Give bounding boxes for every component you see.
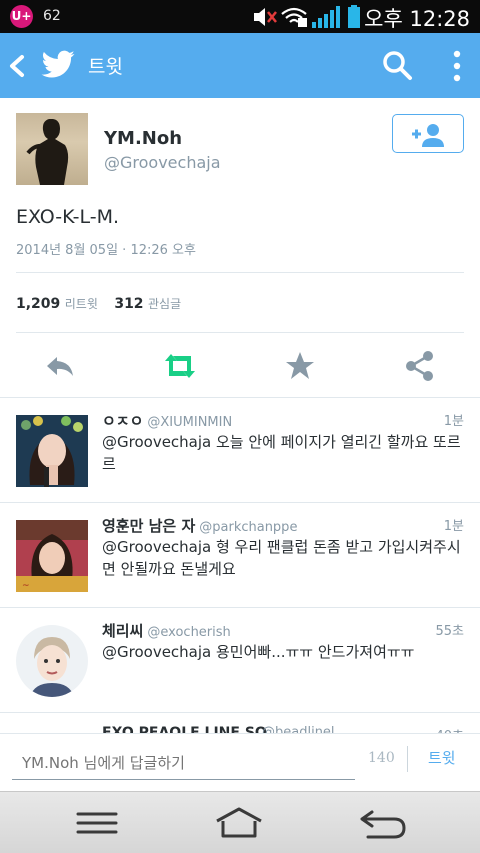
reply-item[interactable]: 체리씨 @exocherish 55초 @Groovechaja 용민어빠...ㅠ… bbox=[0, 608, 480, 712]
character-count: 140 bbox=[368, 750, 395, 766]
reply-avatar[interactable]: ~ bbox=[16, 520, 88, 592]
tweet-button[interactable]: 트윗 bbox=[428, 747, 456, 768]
author-name[interactable]: YM.Noh bbox=[104, 128, 182, 149]
tweet-actions bbox=[0, 345, 480, 387]
system-nav-bar bbox=[0, 791, 480, 853]
back-arrow-icon[interactable] bbox=[6, 53, 28, 79]
avatar-photo bbox=[16, 625, 88, 697]
reply-time: 1분 bbox=[443, 414, 464, 429]
signal-icon bbox=[312, 6, 340, 28]
mute-icon bbox=[254, 8, 277, 26]
twitter-bird-icon bbox=[41, 50, 75, 78]
author-avatar[interactable] bbox=[16, 113, 88, 185]
svg-text:~: ~ bbox=[22, 581, 30, 591]
back-icon[interactable] bbox=[358, 806, 408, 840]
reply-composer: 140 트윗 bbox=[0, 733, 480, 791]
reply-time: 1분 bbox=[443, 519, 464, 534]
reply-handle[interactable]: @parkchanppe bbox=[199, 520, 297, 535]
tweet-stats: 1,209 리트윗 312 관심글 bbox=[16, 295, 193, 312]
follow-button[interactable] bbox=[392, 114, 464, 153]
separator bbox=[407, 746, 408, 772]
author-handle[interactable]: @Groovechaja bbox=[104, 153, 221, 172]
add-user-icon bbox=[412, 124, 444, 147]
reply-item[interactable]: ㅇㅈㅇ @XIUMINMIN 1분 @Groovechaja 오늘 안에 페이지가… bbox=[0, 398, 480, 502]
carrier-logo: U+ bbox=[10, 5, 33, 28]
retweet-count[interactable]: 1,209 bbox=[16, 296, 60, 312]
divider bbox=[0, 712, 480, 713]
reply-text: @Groovechaja 용민어빠...ㅠㅠ 안드가져여ㅠㅠ bbox=[102, 643, 415, 661]
reply-text: @Groovechaja 오늘 안에 페이지가 열리긴 할까요 또르르 bbox=[102, 433, 461, 473]
reply-item[interactable]: ~ 영훈만 남은 자 @parkchanppe 1분 @Groovechaja 형… bbox=[0, 503, 480, 607]
reply-input[interactable] bbox=[12, 746, 355, 780]
status-icons bbox=[254, 5, 360, 28]
overflow-menu-icon[interactable] bbox=[448, 48, 466, 84]
avatar-photo: ~ bbox=[16, 520, 88, 592]
reply-avatar[interactable] bbox=[16, 415, 88, 487]
reply-handle[interactable]: @exocherish bbox=[147, 625, 230, 640]
reply-handle[interactable]: @XIUMINMIN bbox=[147, 415, 232, 430]
silhouette-photo bbox=[26, 119, 69, 185]
notification-count: 62 bbox=[43, 8, 61, 24]
favorite-label: 관심글 bbox=[148, 297, 182, 311]
tweet-timestamp: 2014년 8월 05일 · 12:26 오후 bbox=[16, 243, 196, 258]
favorite-count[interactable]: 312 bbox=[114, 296, 143, 312]
battery-icon bbox=[348, 5, 360, 28]
menu-icon[interactable] bbox=[72, 806, 122, 840]
retweet-icon[interactable] bbox=[163, 349, 197, 383]
divider bbox=[16, 272, 464, 273]
page-title: 트윗 bbox=[88, 56, 123, 78]
reply-name[interactable]: 영훈만 남은 자 @parkchanppe bbox=[102, 515, 297, 536]
favorite-star-icon[interactable] bbox=[283, 349, 317, 383]
action-bar: 트윗 bbox=[0, 33, 480, 98]
avatar-photo bbox=[16, 415, 88, 487]
lock-icon bbox=[298, 18, 307, 27]
search-icon[interactable] bbox=[381, 49, 413, 81]
share-icon[interactable] bbox=[403, 349, 437, 383]
tweet-text: EXO-K-L-M. bbox=[16, 206, 120, 228]
reply-icon[interactable] bbox=[43, 349, 77, 383]
reply-name[interactable]: 체리씨 @exocherish bbox=[102, 620, 231, 641]
status-bar: U+ 62 오후 12:28 bbox=[0, 0, 480, 33]
retweet-label: 리트윗 bbox=[64, 297, 98, 311]
reply-avatar[interactable] bbox=[16, 625, 88, 697]
reply-text: @Groovechaja 형 우리 팬클럽 돈좀 받고 가입시켜주시면 안될까요… bbox=[102, 538, 461, 578]
divider bbox=[16, 332, 464, 333]
home-icon[interactable] bbox=[214, 806, 264, 840]
reply-name[interactable]: ㅇㅈㅇ @XIUMINMIN bbox=[102, 410, 232, 431]
status-time: 오후 12:28 bbox=[364, 7, 470, 31]
reply-time: 55초 bbox=[435, 624, 464, 639]
